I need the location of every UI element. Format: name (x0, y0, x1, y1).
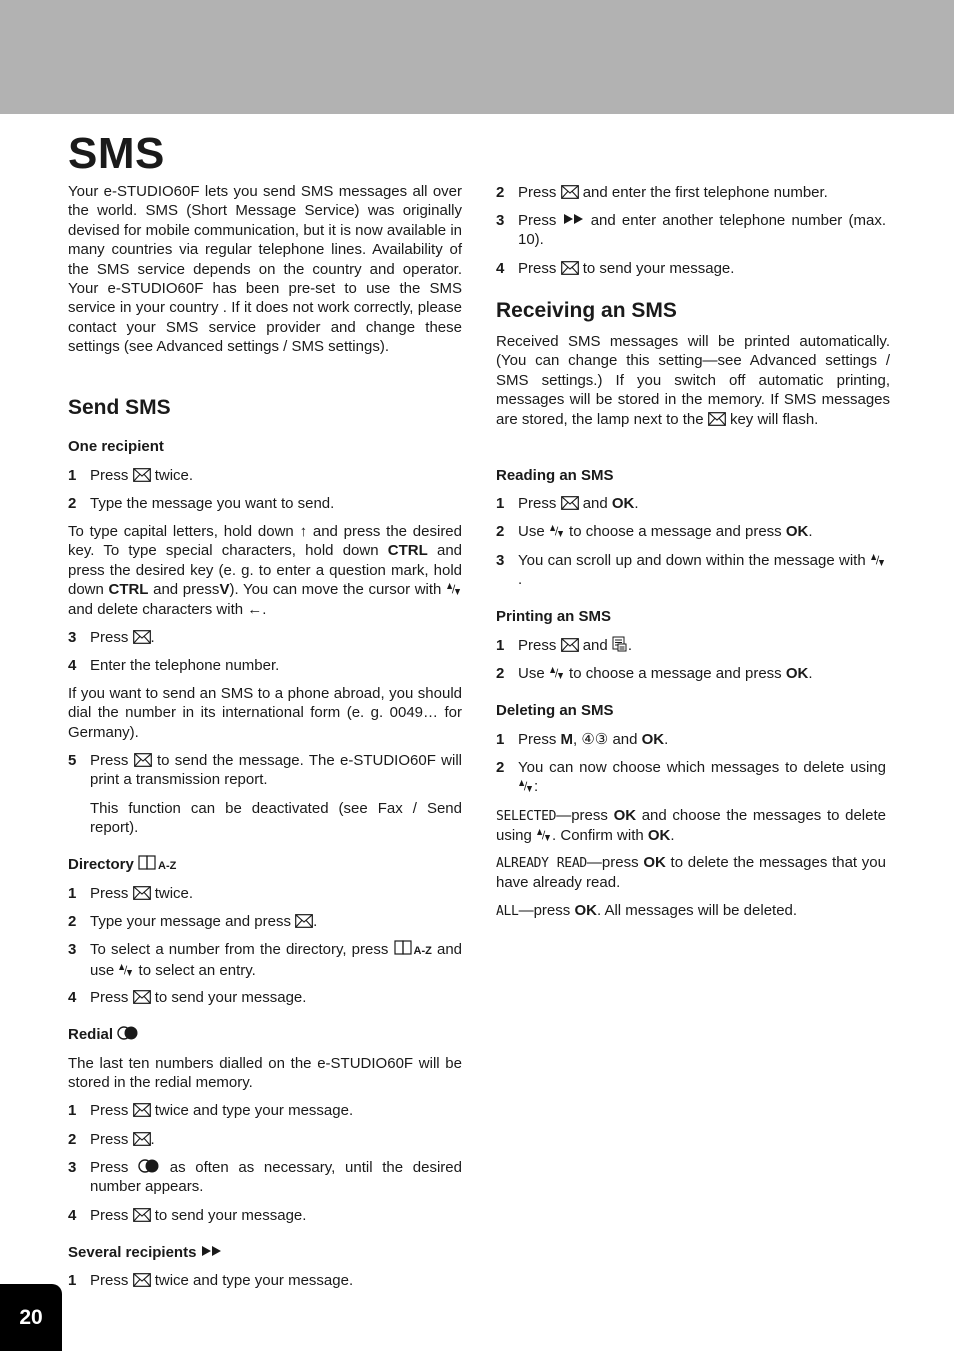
several-recipients-heading: Several recipients (68, 1243, 223, 1262)
up-down-arrows-icon (118, 963, 134, 977)
envelope-icon (133, 1208, 151, 1222)
envelope-icon (295, 914, 313, 928)
list-item: 1 Press twice and type your message. (68, 1102, 354, 1119)
list-item: 4 Press to send your message. (496, 260, 735, 277)
envelope-icon (133, 630, 151, 644)
envelope-icon (133, 1132, 151, 1146)
fast-forward-icon (563, 213, 585, 225)
reading-heading: Reading an SMS (496, 467, 614, 484)
list-item: 4 Press to send your message. (68, 989, 307, 1006)
shift-arrow-icon: ↑ (299, 523, 308, 540)
abroad-note: If you want to send an SMS to a phone ab… (68, 685, 462, 741)
list-item: 5 Press to send the message. The e-STUDI… (68, 752, 462, 789)
list-item: 2 Press . (68, 1131, 155, 1148)
directory-book-icon (138, 855, 158, 871)
page-number-tab: 20 (0, 1284, 62, 1351)
list-item: 2 You can now choose which messages to d… (496, 759, 886, 796)
up-down-arrows-icon (446, 582, 462, 596)
receiving-heading: Receiving an SMS (496, 299, 677, 322)
up-down-arrows-icon (536, 828, 552, 842)
envelope-icon (133, 1273, 151, 1287)
list-item: 2 Use to choose a message and press OK. (496, 665, 813, 682)
envelope-icon (561, 185, 579, 199)
up-down-arrows-icon (870, 553, 886, 567)
list-item: 3 You can scroll up and down within the … (496, 551, 886, 590)
option-already-read: ALREADY READ—press OK to delete the mess… (496, 854, 886, 892)
directory-book-icon (394, 940, 414, 956)
list-item: 4 Press to send your message. (68, 1207, 307, 1224)
envelope-icon (708, 412, 726, 426)
envelope-icon (133, 886, 151, 900)
directory-heading: Directory A-Z (68, 855, 177, 873)
list-item: 1 Press twice. (68, 885, 194, 902)
list-item: 4 Enter the telephone number. (68, 657, 280, 674)
list-item: 1 Press and OK. (496, 495, 639, 512)
backspace-arrow-icon: ← (247, 600, 263, 618)
intro-paragraph: Your e-STUDIO60F lets you send SMS messa… (68, 183, 462, 356)
list-item: 1 Press M, ④③ and OK. (496, 731, 669, 748)
list-item: 3 Press as often as necessary, until the… (68, 1158, 462, 1196)
page-number: 20 (19, 1305, 43, 1329)
list-item: 2 Use to choose a message and press OK. (496, 523, 813, 540)
list-item: 2 Type your message and press . (68, 913, 318, 930)
key-4-3-icon: ④③ (581, 731, 609, 748)
redial-heading: Redial (68, 1025, 139, 1044)
receiving-intro: Received SMS messages will be printed au… (496, 333, 890, 428)
redial-icon (138, 1158, 160, 1174)
option-selected: SELECTED—press OK and choose the message… (496, 807, 886, 845)
printing-heading: Printing an SMS (496, 608, 612, 625)
up-down-arrows-icon (549, 524, 565, 538)
envelope-icon (561, 496, 579, 510)
deleting-heading: Deleting an SMS (496, 702, 614, 719)
header-band (0, 0, 954, 114)
option-all: ALL—press OK. All messages will be delet… (496, 902, 798, 919)
list-item: 1 Press twice and type your message. (68, 1272, 354, 1289)
up-down-arrows-icon (518, 779, 534, 793)
send-sms-heading: Send SMS (68, 396, 171, 419)
envelope-icon (133, 1103, 151, 1117)
list-item: 2 Type the message you want to send. (68, 495, 335, 512)
list-item: 3 Press . (68, 629, 155, 646)
list-item: 3 Press and enter another telephone numb… (496, 212, 886, 249)
redial-intro: The last ten numbers dialled on the e-ST… (68, 1055, 462, 1092)
list-item: 3 To select a number from the directory,… (68, 940, 463, 980)
envelope-icon (561, 261, 579, 275)
envelope-icon (133, 990, 151, 1004)
envelope-icon (133, 468, 151, 482)
one-recipient-heading: One recipient (68, 438, 164, 455)
redial-icon (117, 1025, 139, 1041)
up-down-arrows-icon (549, 666, 565, 680)
typing-note: To type capital letters, hold down ↑ and… (68, 523, 463, 618)
report-note: This function can be deactivated (see Fa… (90, 800, 462, 837)
page-title: SMS (68, 129, 165, 178)
list-item: 1 Press and . (496, 636, 633, 654)
envelope-icon (561, 638, 579, 652)
fast-forward-icon (201, 1245, 223, 1257)
list-item: 1 Press twice. (68, 467, 194, 484)
envelope-icon (134, 753, 152, 767)
print-icon (612, 636, 628, 652)
list-item: 2 Press and enter the first telephone nu… (496, 184, 828, 201)
